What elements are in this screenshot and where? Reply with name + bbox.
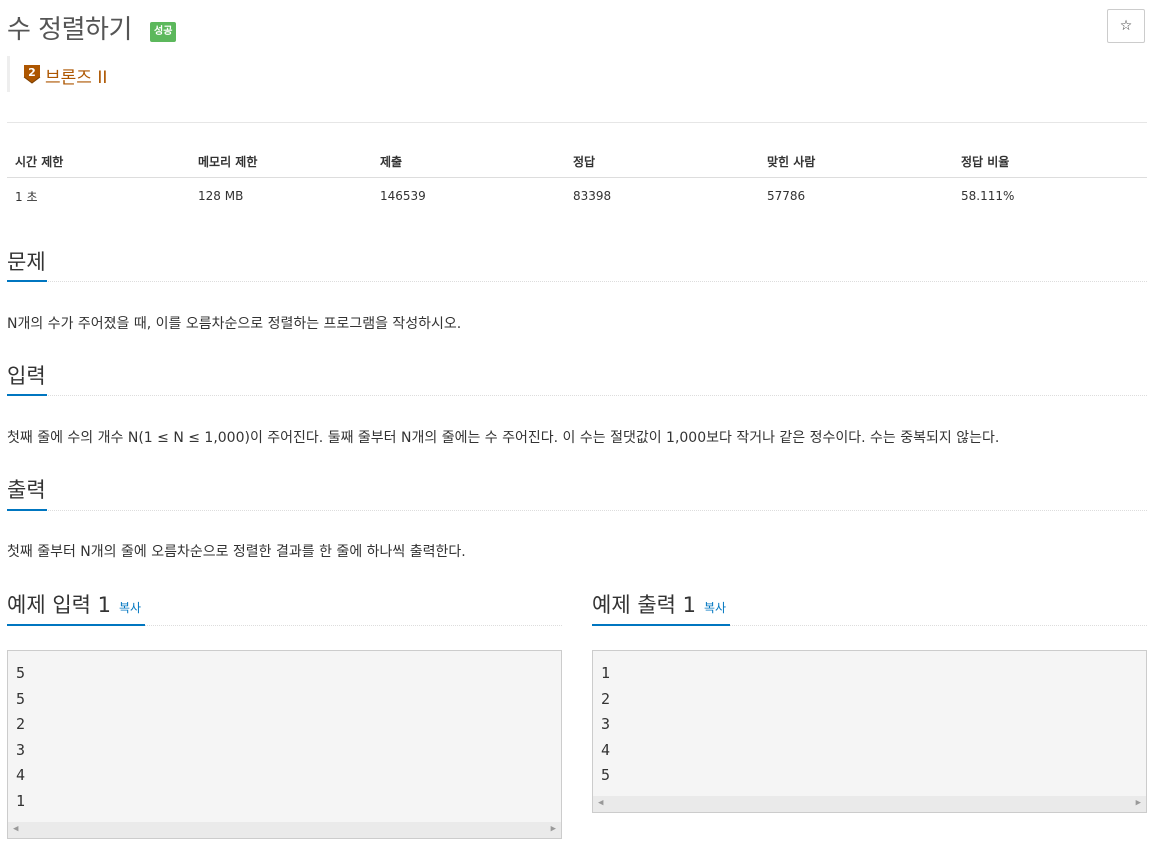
status-badge: 성공 [150, 22, 177, 42]
sample-line: 1 [601, 664, 611, 682]
section-underline [7, 280, 47, 282]
header-submissions: 제출 [372, 145, 565, 178]
sample-input-title: 예제 입력 1 [7, 593, 111, 617]
accepted-value: 83398 [573, 189, 612, 203]
tier-number: 2 [28, 66, 36, 79]
section-underline [592, 624, 730, 626]
bronze-tier-icon: 2 [23, 65, 41, 84]
sample-line: 5 [16, 689, 26, 708]
header-solved-users: 맞힌 사람 [759, 145, 953, 178]
scroll-left-icon[interactable]: ◀ [13, 824, 18, 834]
header-memory-limit: 메모리 제한 [190, 145, 372, 178]
output-section-title: 출력 [7, 478, 46, 502]
table-header-row: 시간 제한 메모리 제한 제출 정답 맞힌 사람 정답 비율 [7, 145, 1147, 178]
sample-line: 4 [16, 766, 26, 784]
table-row: 1 초 128 MB 146539 83398 57786 58.111% [7, 178, 1147, 215]
sample-line: 2 [601, 689, 611, 708]
sample-line: 2 [16, 715, 26, 733]
sample-output-content: 1 2 3 4 5 [593, 651, 1146, 789]
problem-description: N개의 수가 주어졌을 때, 이를 오름차순으로 정렬하는 프로그램을 작성하시… [7, 316, 462, 332]
sample-output-heading: 예제 출력 1 복사 [592, 589, 726, 619]
scroll-right-icon[interactable]: ▶ [1136, 798, 1141, 808]
divider [7, 122, 1147, 123]
input-description: 첫째 줄에 수의 개수 N(1 ≤ N ≤ 1,000)이 주어진다. 둘째 줄… [7, 430, 1000, 446]
horizontal-scrollbar[interactable]: ◀ ▶ [593, 796, 1146, 812]
page-title: 수 정렬하기 [7, 15, 132, 45]
scroll-right-icon[interactable]: ▶ [551, 824, 556, 834]
copy-sample-input-button[interactable]: 복사 [119, 601, 141, 615]
copy-sample-output-button[interactable]: 복사 [704, 601, 726, 615]
sample-line: 3 [16, 740, 26, 759]
header-accepted: 정답 [565, 145, 759, 178]
sample-line: 5 [601, 766, 611, 784]
sample-line: 5 [16, 664, 26, 682]
divider [7, 510, 1147, 511]
solved-users-value[interactable]: 57786 [759, 178, 953, 215]
input-section-title: 입력 [7, 364, 46, 388]
time-limit-value: 1 초 [15, 189, 38, 204]
output-description: 첫째 줄부터 N개의 줄에 오름차순으로 정렬한 결과를 한 줄에 하나씩 출력… [7, 544, 466, 560]
header-accuracy: 정답 비율 [953, 145, 1147, 178]
tier-bar [7, 56, 10, 92]
star-icon: ☆ [1119, 18, 1133, 34]
problem-section-title: 문제 [7, 250, 46, 274]
sample-input-box[interactable]: 5 5 2 3 4 1 ◀ ▶ [7, 650, 562, 839]
tier-label[interactable]: 브론즈 II [45, 63, 107, 88]
sample-output-box[interactable]: 1 2 3 4 5 ◀ ▶ [592, 650, 1147, 813]
section-underline [7, 509, 47, 511]
submissions-value[interactable]: 146539 [372, 178, 565, 215]
memory-limit-value: 128 MB [198, 189, 244, 203]
sample-line: 3 [601, 715, 611, 733]
sample-input-heading: 예제 입력 1 복사 [7, 589, 141, 619]
star-button[interactable]: ☆ [1107, 9, 1145, 43]
section-underline [7, 394, 47, 396]
divider [7, 395, 1147, 396]
header-time-limit: 시간 제한 [7, 145, 190, 178]
problem-info-table: 시간 제한 메모리 제한 제출 정답 맞힌 사람 정답 비율 1 초 128 M… [7, 145, 1147, 214]
sample-line: 4 [601, 740, 611, 759]
sample-line: 1 [16, 791, 26, 810]
accuracy-value: 58.111% [961, 189, 1015, 203]
scroll-left-icon[interactable]: ◀ [598, 798, 603, 808]
section-underline [7, 624, 145, 626]
divider [7, 281, 1147, 282]
sample-output-title: 예제 출력 1 [592, 593, 696, 617]
sample-input-content: 5 5 2 3 4 1 [8, 651, 561, 814]
horizontal-scrollbar[interactable]: ◀ ▶ [8, 822, 561, 838]
